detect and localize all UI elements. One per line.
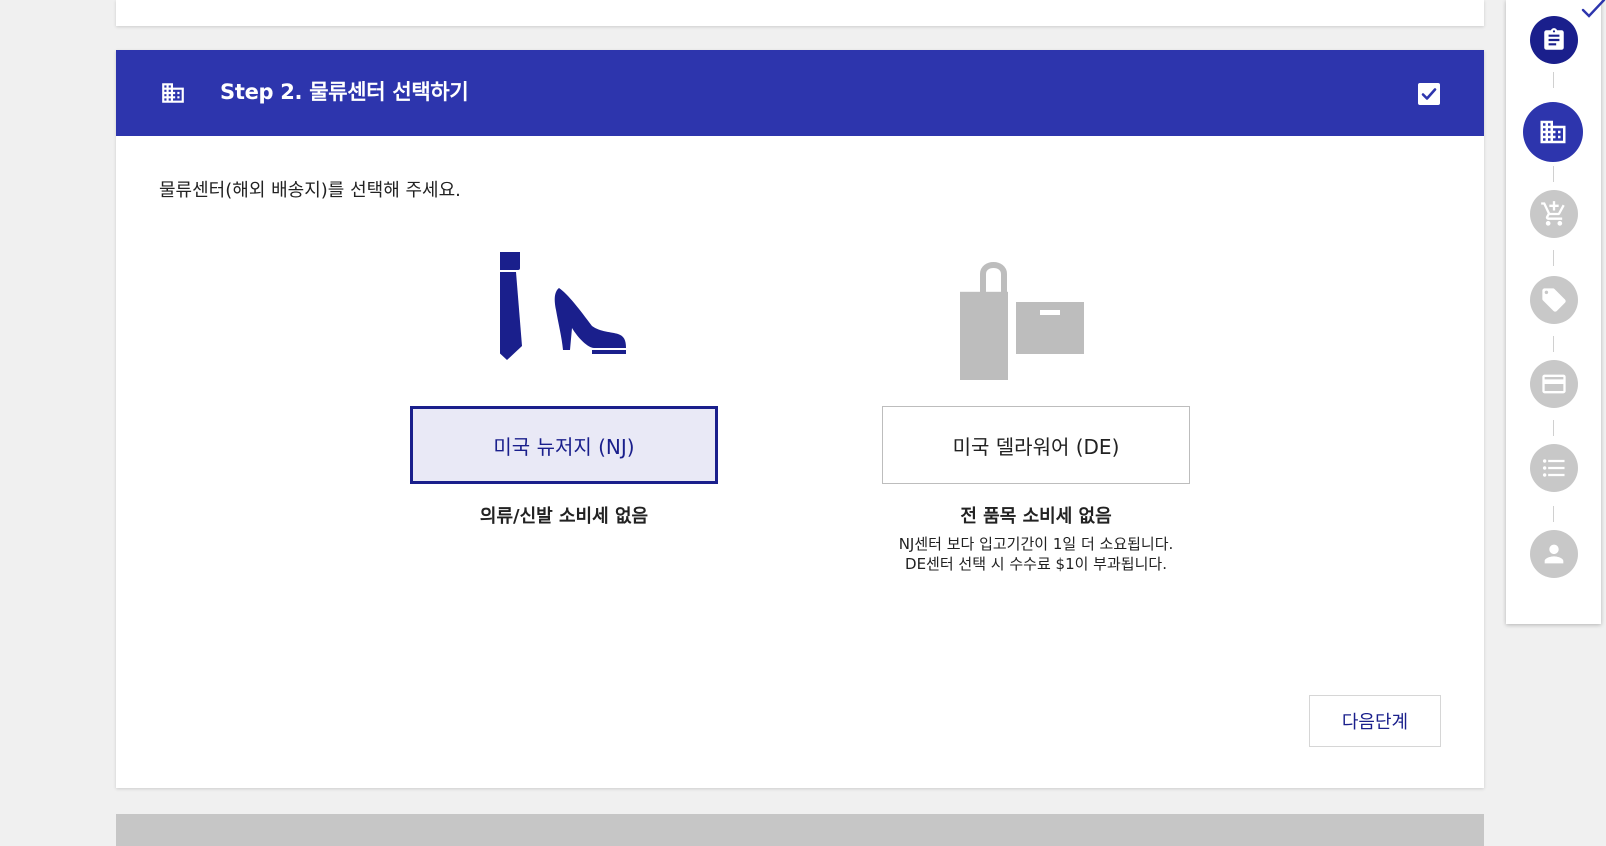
tag-icon xyxy=(1542,288,1566,312)
stepper-connector xyxy=(1553,420,1554,436)
option-nj-label: 미국 뉴저지 (NJ) xyxy=(493,434,635,459)
option-de-button[interactable]: 미국 델라워어 (DE) xyxy=(882,406,1190,484)
step-title: Step 2. 물류센터 선택하기 xyxy=(220,80,469,104)
stepper-connector xyxy=(1553,166,1554,182)
check-icon xyxy=(1581,0,1606,18)
option-de-subnote-1: NJ센터 보다 입고기간이 1일 더 소요됩니다. xyxy=(898,535,1174,553)
next-step-button[interactable]: 다음단계 xyxy=(1309,695,1441,747)
sidebar-step-tag[interactable] xyxy=(1530,276,1578,324)
sidebar-step-payment[interactable] xyxy=(1530,360,1578,408)
building-icon xyxy=(1540,120,1566,144)
previous-step-card xyxy=(116,0,1484,26)
next-step-card[interactable] xyxy=(116,814,1484,846)
option-nj-note: 의류/신발 소비세 없음 xyxy=(479,506,649,527)
stepper-connector xyxy=(1553,336,1554,352)
step-sidebar xyxy=(1506,0,1606,624)
check-icon xyxy=(1421,88,1437,100)
stepper-connector xyxy=(1553,250,1554,266)
credit-card-icon xyxy=(1542,374,1566,394)
clipboard-icon xyxy=(1544,28,1564,50)
step-header: Step 2. 물류센터 선택하기 xyxy=(116,50,1484,136)
cart-add-icon xyxy=(1541,201,1565,226)
building-icon xyxy=(162,83,184,103)
option-de-note: 전 품목 소비세 없음 xyxy=(960,506,1112,527)
option-de-subnote-2: DE센터 선택 시 수수료 $1이 부과됩니다. xyxy=(905,555,1167,573)
step-complete-checkbox[interactable] xyxy=(1418,83,1440,105)
person-icon xyxy=(1544,544,1564,564)
sidebar-step-profile[interactable] xyxy=(1530,530,1578,578)
option-de-label: 미국 델라워어 (DE) xyxy=(952,434,1120,459)
stepper-connector xyxy=(1553,506,1554,522)
tie-and-heel-icon xyxy=(500,252,626,360)
list-icon xyxy=(1542,459,1565,477)
sidebar-step-list[interactable] xyxy=(1530,444,1578,492)
step-2-card: Step 2. 물류센터 선택하기 물류센터(해외 배송지)를 선택해 주세요.… xyxy=(116,50,1484,788)
option-nj-button[interactable]: 미국 뉴저지 (NJ) xyxy=(410,406,718,484)
stepper-connector xyxy=(1553,72,1554,88)
sidebar-step-order[interactable] xyxy=(1530,16,1578,64)
instruction-text: 물류센터(해외 배송지)를 선택해 주세요. xyxy=(159,180,461,201)
sidebar-step-warehouse[interactable] xyxy=(1523,102,1583,162)
bag-and-box-icon xyxy=(960,262,1084,380)
sidebar-step-cart[interactable] xyxy=(1530,190,1578,238)
